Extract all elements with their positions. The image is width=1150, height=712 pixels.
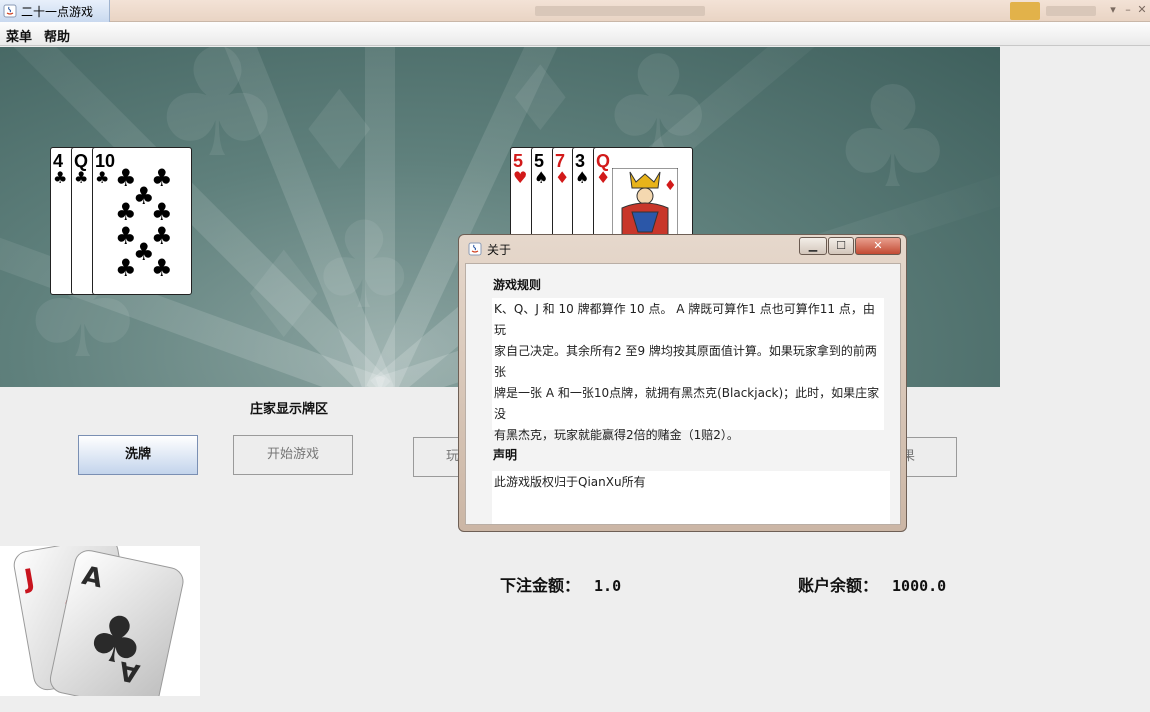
diamond-icon: ♦: [596, 168, 611, 187]
bg-club-icon: ♣: [830, 57, 956, 220]
menu-bar: 菜单 帮助: [0, 22, 1150, 46]
balance-value: 1000.0: [892, 577, 947, 595]
club-icon: ♣: [53, 168, 68, 187]
account-balance: 账户余额： 1000.0: [798, 572, 946, 596]
rules-line: 家自己决定。其余所有2 至9 牌均按其原面值计算。如果玩家拿到的前两张: [494, 344, 877, 379]
logo-cards-icon: J ♥ A ♣ A: [13, 546, 184, 696]
notice-textarea[interactable]: 此游戏版权归于QianXu所有: [492, 471, 890, 524]
rules-line: 有黑杰克，玩家就能赢得2倍的赌金（1赔2）。: [494, 428, 739, 442]
queen-face-icon: ♦: [612, 168, 678, 236]
bg-diamond-icon: ♦: [500, 47, 581, 152]
club-pip-icon: ♣: [115, 198, 137, 226]
menu-item-help[interactable]: 帮助: [44, 26, 70, 45]
close-icon[interactable]: ✕: [855, 237, 901, 255]
start-game-button[interactable]: 开始游戏: [233, 435, 353, 475]
svg-text:♦: ♦: [664, 178, 677, 194]
app-tab[interactable]: 二十一点游戏: [0, 0, 110, 22]
bet-label: 下注金额：: [500, 576, 581, 595]
window-titlebar: 二十一点游戏 ▾ – ✕: [0, 0, 1150, 22]
dealer-hand: 4 ♣ Q ♣ 10 ♣ ♣ ♣ ♣ ♣ ♣ ♣ ♣ ♣ ♣ ♣: [50, 147, 195, 297]
bg-diamond-icon: ♦: [290, 67, 389, 195]
about-dialog: 关于 ▁ ☐ ✕ 游戏规则 K、Q、J 和 10 牌都算作 10 点。 A 牌既…: [458, 234, 907, 532]
minimize-icon[interactable]: ▁: [799, 237, 827, 255]
blurred-user-text: [1046, 6, 1096, 16]
club-icon: ♣: [95, 168, 110, 187]
rules-heading: 游戏规则: [493, 278, 542, 292]
balance-label: 账户余额：: [798, 576, 879, 595]
maximize-icon[interactable]: ☐: [828, 237, 854, 255]
blackjack-logo: J ♥ A ♣ A: [0, 546, 200, 696]
notice-text: 此游戏版权归于QianXu所有: [494, 475, 646, 489]
dialog-title: 关于: [487, 243, 512, 257]
spade-icon: ♠: [534, 168, 549, 187]
spade-icon: ♠: [575, 168, 590, 187]
shuffle-button[interactable]: 洗牌: [78, 435, 198, 475]
diamond-icon: ♦: [555, 168, 570, 187]
club-pip-icon: ♣: [151, 198, 173, 226]
dealer-card: 10 ♣ ♣ ♣ ♣ ♣ ♣ ♣ ♣ ♣ ♣ ♣: [92, 147, 192, 295]
dealer-area-label: 庄家显示牌区: [250, 402, 329, 417]
bg-diamond-icon: ♦: [230, 227, 338, 366]
system-minimize-icon[interactable]: –: [1121, 3, 1135, 17]
rules-line: K、Q、J 和 10 牌都算作 10 点。 A 牌既可算作1 点也可算作11 点…: [494, 302, 875, 337]
java-icon: [468, 242, 482, 256]
dialog-content: 游戏规则 K、Q、J 和 10 牌都算作 10 点。 A 牌既可算作1 点也可算…: [465, 263, 901, 525]
rules-line: 牌是一张 A 和一张10点牌，就拥有黑杰克(Blackjack)；此时，如果庄家…: [494, 386, 880, 421]
window-title: 二十一点游戏: [21, 5, 94, 19]
rules-textarea[interactable]: K、Q、J 和 10 牌都算作 10 点。 A 牌既可算作1 点也可算作11 点…: [492, 298, 884, 442]
club-pip-icon: ♣: [151, 254, 173, 282]
java-icon: [3, 4, 17, 18]
bet-amount: 下注金额： 1.0: [500, 572, 621, 596]
heart-icon: ♥: [513, 168, 528, 187]
menu-item-menu[interactable]: 菜单: [6, 26, 32, 45]
system-close-icon[interactable]: ✕: [1135, 3, 1149, 17]
club-icon: ♣: [74, 168, 89, 187]
user-avatar: [1010, 2, 1040, 20]
club-pip-icon: ♣: [115, 254, 137, 282]
bet-value: 1.0: [594, 577, 622, 595]
system-menu-icon[interactable]: ▾: [1106, 3, 1120, 17]
blurred-title-text: [535, 6, 705, 16]
notice-heading: 声明: [493, 448, 518, 462]
